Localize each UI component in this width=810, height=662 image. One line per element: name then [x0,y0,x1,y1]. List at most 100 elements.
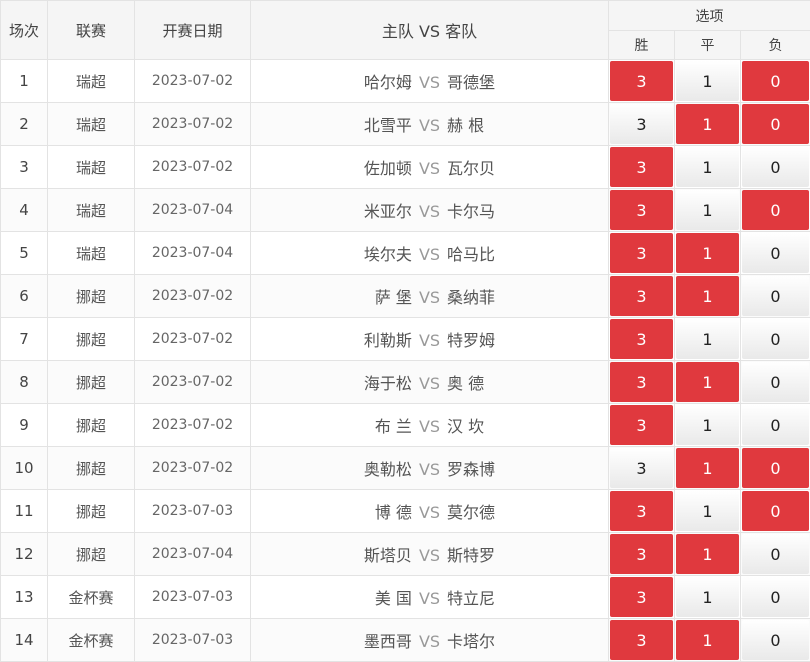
draw-option-button[interactable]: 1 [676,147,739,187]
loss-option-button[interactable]: 0 [742,362,810,402]
vs-label: VS [418,374,441,393]
home-team: 美 国 [374,589,412,608]
match-number: 1 [0,59,48,103]
match-teams: 斯塔贝 VS 斯特罗 [250,532,609,576]
win-option-button[interactable]: 3 [610,577,673,617]
match-teams: 北雪平 VS 赫 根 [250,102,609,146]
home-team: 奥勒松 [363,460,412,479]
match-date: 2023-07-02 [134,102,251,146]
loss-option-button[interactable]: 0 [742,491,810,531]
match-teams: 萨 堡 VS 桑纳菲 [250,274,609,318]
table-row: 9 挪超 2023-07-02 布 兰 VS 汉 坎 3 1 0 [0,403,810,447]
match-number: 8 [0,360,48,404]
match-date: 2023-07-03 [134,489,251,533]
win-option-button[interactable]: 3 [610,405,673,445]
home-team: 斯塔贝 [363,546,412,565]
draw-option-button[interactable]: 1 [676,620,739,660]
loss-option-button[interactable]: 0 [742,190,810,230]
league-name: 挪超 [47,532,135,576]
match-date: 2023-07-04 [134,188,251,232]
draw-option-button[interactable]: 1 [676,534,739,574]
table-row: 4 瑞超 2023-07-04 米亚尔 VS 卡尔马 3 1 0 [0,188,810,232]
match-number: 6 [0,274,48,318]
draw-option-button[interactable]: 1 [676,577,739,617]
win-option-button[interactable]: 3 [610,534,673,574]
match-date: 2023-07-04 [134,231,251,275]
loss-option-button[interactable]: 0 [742,319,810,359]
home-team: 海于松 [363,374,412,393]
match-teams: 奥勒松 VS 罗森博 [250,446,609,490]
header-date: 开赛日期 [134,0,251,60]
win-option-button[interactable]: 3 [610,147,673,187]
league-name: 挪超 [47,489,135,533]
league-name: 挪超 [47,317,135,361]
draw-option-button[interactable]: 1 [676,448,739,488]
win-option-button[interactable]: 3 [610,61,673,101]
match-date: 2023-07-04 [134,532,251,576]
match-teams: 布 兰 VS 汉 坎 [250,403,609,447]
loss-option-button[interactable]: 0 [742,276,810,316]
match-teams: 墨西哥 VS 卡塔尔 [250,618,609,662]
vs-label: VS [418,589,441,608]
home-team: 布 兰 [374,417,412,436]
match-number: 7 [0,317,48,361]
away-team: 汉 坎 [447,417,485,436]
match-rows: 1 瑞超 2023-07-02 哈尔姆 VS 哥德堡 3 1 0 2 瑞超 2023… [0,59,810,662]
win-option-button[interactable]: 3 [610,276,673,316]
win-option-button[interactable]: 3 [610,233,673,273]
draw-option-button[interactable]: 1 [676,233,739,273]
win-option-button[interactable]: 3 [610,448,673,488]
match-date: 2023-07-02 [134,145,251,189]
match-number: 4 [0,188,48,232]
draw-option-button[interactable]: 1 [676,491,739,531]
loss-option-button[interactable]: 0 [742,448,810,488]
loss-option-button[interactable]: 0 [742,534,810,574]
loss-option-button[interactable]: 0 [742,405,810,445]
table-row: 11 挪超 2023-07-03 博 德 VS 莫尔德 3 1 0 [0,489,810,533]
loss-option-button[interactable]: 0 [742,620,810,660]
win-option-button[interactable]: 3 [610,620,673,660]
home-team: 萨 堡 [374,288,412,307]
table-row: 14 金杯赛 2023-07-03 墨西哥 VS 卡塔尔 3 1 0 [0,618,810,662]
loss-option-button[interactable]: 0 [742,104,810,144]
draw-option-button[interactable]: 1 [676,276,739,316]
draw-option-button[interactable]: 1 [676,319,739,359]
league-name: 挪超 [47,360,135,404]
match-teams: 海于松 VS 奥 德 [250,360,609,404]
loss-option-button[interactable]: 0 [742,577,810,617]
league-name: 瑞超 [47,188,135,232]
vs-label: VS [418,73,441,92]
match-date: 2023-07-02 [134,403,251,447]
match-number: 12 [0,532,48,576]
loss-option-button[interactable]: 0 [742,233,810,273]
win-option-button[interactable]: 3 [610,491,673,531]
table-row: 13 金杯赛 2023-07-03 美 国 VS 特立尼 3 1 0 [0,575,810,619]
win-option-button[interactable]: 3 [610,104,673,144]
header-win: 胜 [608,30,675,60]
draw-option-button[interactable]: 1 [676,190,739,230]
away-team: 特立尼 [447,589,496,608]
vs-label: VS [418,460,441,479]
match-date: 2023-07-02 [134,59,251,103]
match-table: 场次 联赛 开赛日期 主队 VS 客队 选项 胜 平 负 1 瑞超 2023-0… [0,0,810,662]
away-team: 罗森博 [447,460,496,479]
win-option-button[interactable]: 3 [610,319,673,359]
table-row: 1 瑞超 2023-07-02 哈尔姆 VS 哥德堡 3 1 0 [0,59,810,103]
vs-label: VS [418,288,441,307]
header-index: 场次 [0,0,48,60]
home-team: 埃尔夫 [363,245,412,264]
match-date: 2023-07-02 [134,360,251,404]
home-team: 墨西哥 [363,632,412,651]
win-option-button[interactable]: 3 [610,190,673,230]
away-team: 斯特罗 [447,546,496,565]
match-teams: 博 德 VS 莫尔德 [250,489,609,533]
loss-option-button[interactable]: 0 [742,147,810,187]
match-number: 3 [0,145,48,189]
win-option-button[interactable]: 3 [610,362,673,402]
loss-option-button[interactable]: 0 [742,61,810,101]
draw-option-button[interactable]: 1 [676,405,739,445]
draw-option-button[interactable]: 1 [676,61,739,101]
away-team: 瓦尔贝 [447,159,496,178]
draw-option-button[interactable]: 1 [676,362,739,402]
draw-option-button[interactable]: 1 [676,104,739,144]
